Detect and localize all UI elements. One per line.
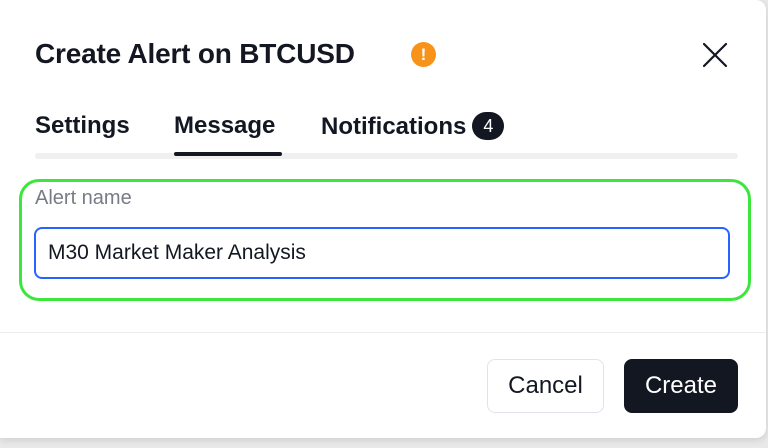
alert-name-input[interactable] xyxy=(34,227,730,279)
active-tab-indicator xyxy=(174,152,282,156)
tab-notifications-label: Notifications xyxy=(321,113,467,140)
footer-divider xyxy=(0,332,766,333)
tab-notifications[interactable]: Notifications 4 xyxy=(321,112,505,141)
alert-name-label: Alert name xyxy=(35,187,132,209)
exclamation-circle-icon[interactable]: ! xyxy=(411,42,436,67)
tab-message[interactable]: Message xyxy=(174,112,275,140)
notifications-count-badge: 4 xyxy=(472,112,505,140)
cancel-button[interactable]: Cancel xyxy=(487,359,604,413)
dialog-title: Create Alert on BTCUSD xyxy=(35,38,355,69)
close-icon[interactable] xyxy=(700,40,730,70)
create-button[interactable]: Create xyxy=(624,359,738,413)
create-alert-dialog: Create Alert on BTCUSD ! Settings Messag… xyxy=(0,0,766,438)
tab-settings[interactable]: Settings xyxy=(35,112,130,140)
tab-track xyxy=(35,153,738,159)
